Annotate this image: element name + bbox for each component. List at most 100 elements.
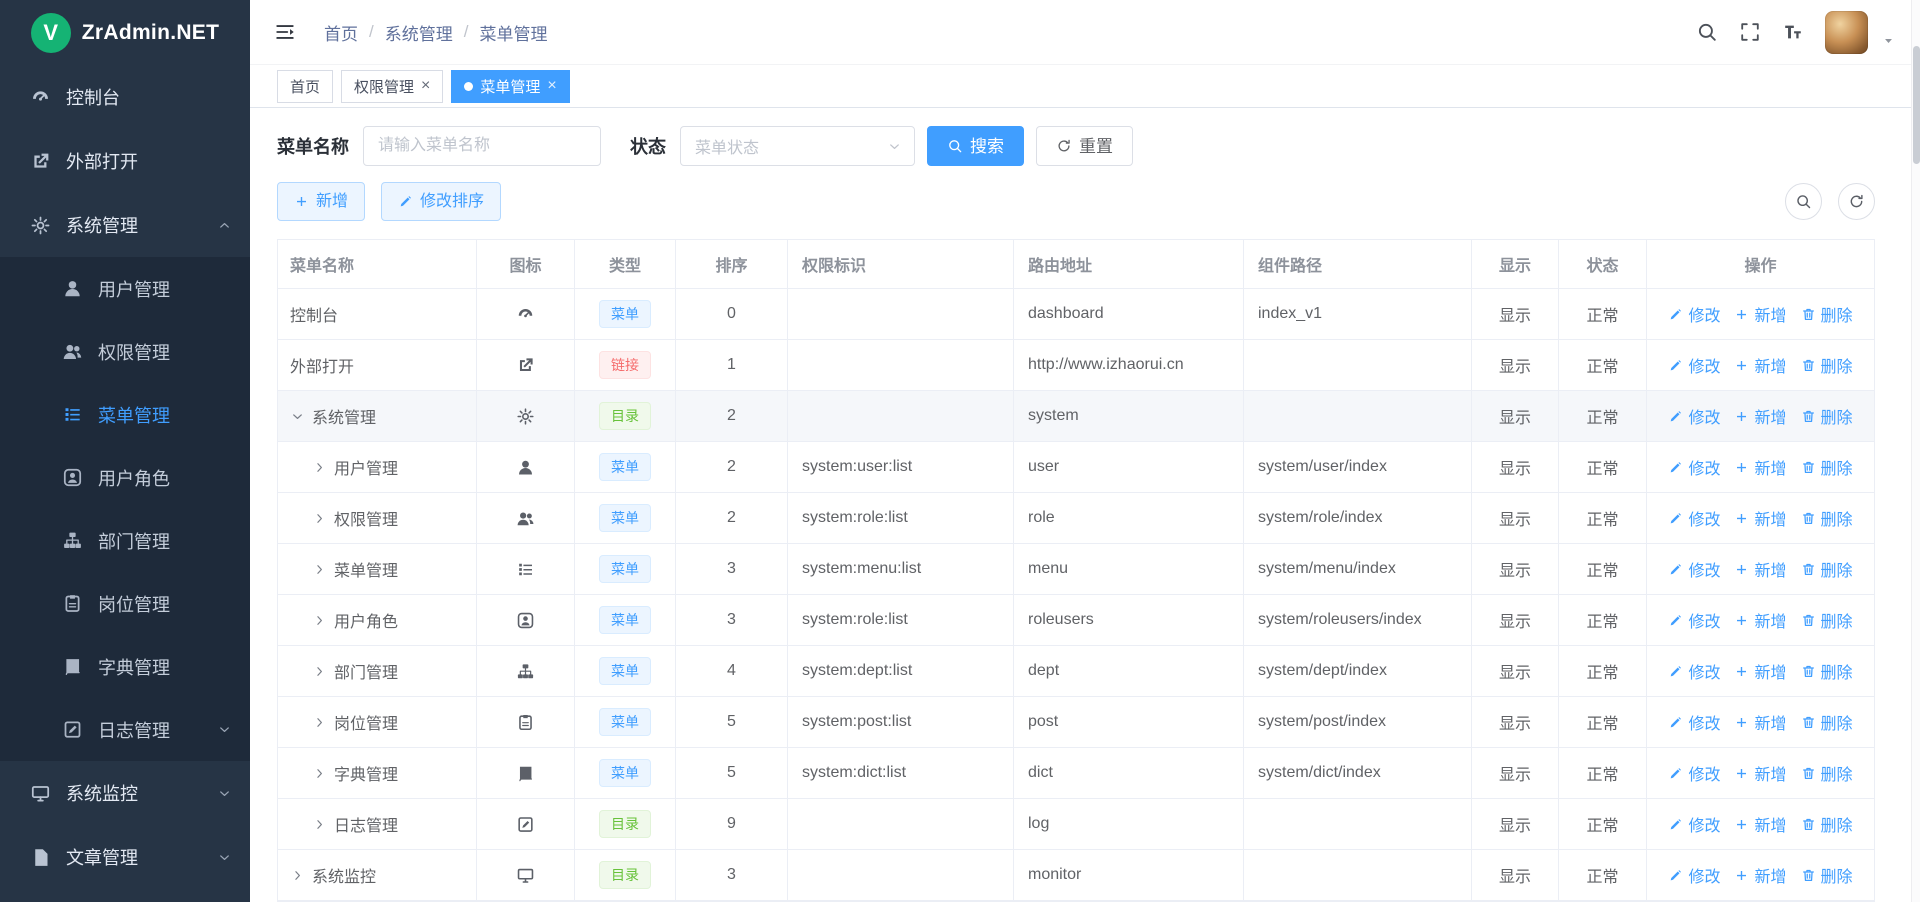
caret-right-icon[interactable] (312, 715, 327, 730)
table-row[interactable]: 控制台菜单0dashboardindex_v1显示正常修改新增删除 (278, 289, 1874, 340)
breadcrumb-item[interactable]: 系统管理 (385, 20, 453, 45)
delete-link[interactable]: 删除 (1801, 557, 1853, 581)
edit-link[interactable]: 修改 (1668, 506, 1720, 530)
sidebar-item-roleusers[interactable]: 用户角色 (0, 446, 250, 509)
table-row[interactable]: 权限管理菜单2system:role:listrolesystem/role/i… (278, 493, 1874, 544)
sidebar-item-menu[interactable]: 菜单管理 (0, 383, 250, 446)
sidebar-item-article[interactable]: 文章管理 (0, 825, 250, 889)
close-icon[interactable]: × (421, 78, 430, 94)
add-link[interactable]: 新增 (1734, 353, 1786, 377)
table-row[interactable]: 系统监控目录3monitor显示正常修改新增删除 (278, 850, 1874, 901)
edit-link[interactable]: 修改 (1668, 608, 1720, 632)
add-link[interactable]: 新增 (1734, 302, 1786, 326)
sort-button[interactable]: 修改排序 (381, 182, 501, 221)
breadcrumb-item[interactable]: 首页 (324, 20, 358, 45)
edit-link[interactable]: 修改 (1668, 353, 1720, 377)
sidebar-item-dept[interactable]: 部门管理 (0, 509, 250, 572)
table-row[interactable]: 用户角色菜单3system:role:listroleuserssystem/r… (278, 595, 1874, 646)
sidebar-item-external[interactable]: 外部打开 (0, 129, 250, 193)
edit-link[interactable]: 修改 (1668, 812, 1720, 836)
sidebar-item-system[interactable]: 系统管理 (0, 193, 250, 257)
delete-link[interactable]: 删除 (1801, 455, 1853, 479)
search-button[interactable]: 搜索 (927, 126, 1024, 166)
add-link[interactable]: 新增 (1734, 761, 1786, 785)
tab-role[interactable]: 权限管理× (341, 70, 443, 103)
search-icon (1795, 193, 1812, 210)
fullscreen-icon[interactable] (1739, 21, 1761, 43)
edit-link[interactable]: 修改 (1668, 404, 1720, 428)
table-row[interactable]: 用户管理菜单2system:user:listusersystem/user/i… (278, 442, 1874, 493)
sidebar-item-post[interactable]: 岗位管理 (0, 572, 250, 635)
caret-right-icon[interactable] (290, 868, 305, 883)
delete-link[interactable]: 删除 (1801, 353, 1853, 377)
add-link[interactable]: 新增 (1734, 455, 1786, 479)
sidebar-item-user[interactable]: 用户管理 (0, 257, 250, 320)
edit-link[interactable]: 修改 (1668, 863, 1720, 887)
sidebar-item-log[interactable]: 日志管理 (0, 698, 250, 761)
add-button[interactable]: 新增 (277, 182, 365, 221)
delete-link[interactable]: 删除 (1801, 608, 1853, 632)
delete-link[interactable]: 删除 (1801, 761, 1853, 785)
status-select[interactable]: 菜单状态 (680, 126, 915, 166)
close-icon[interactable]: × (547, 78, 556, 94)
add-link[interactable]: 新增 (1734, 404, 1786, 428)
delete-link[interactable]: 删除 (1801, 659, 1853, 683)
tab-menu[interactable]: 菜单管理× (451, 70, 569, 103)
sidebar-item-dashboard[interactable]: 控制台 (0, 65, 250, 129)
edit-link[interactable]: 修改 (1668, 455, 1720, 479)
table-row[interactable]: 字典管理菜单5system:dict:listdictsystem/dict/i… (278, 748, 1874, 799)
caret-right-icon[interactable] (312, 460, 327, 475)
add-link[interactable]: 新增 (1734, 608, 1786, 632)
table-row[interactable]: 岗位管理菜单5system:post:listpostsystem/post/i… (278, 697, 1874, 748)
delete-link[interactable]: 删除 (1801, 404, 1853, 428)
delete-link[interactable]: 删除 (1801, 863, 1853, 887)
logo[interactable]: V ZrAdmin.NET (0, 0, 250, 65)
table-row[interactable]: 部门管理菜单4system:dept:listdeptsystem/dept/i… (278, 646, 1874, 697)
sidebar-item-role[interactable]: 权限管理 (0, 320, 250, 383)
font-size-icon[interactable] (1782, 21, 1804, 43)
breadcrumb-item[interactable]: 菜单管理 (479, 20, 547, 45)
caret-right-icon[interactable] (312, 562, 327, 577)
edit-link[interactable]: 修改 (1668, 710, 1720, 734)
caret-down-icon[interactable] (1881, 33, 1896, 48)
delete-link[interactable]: 删除 (1801, 302, 1853, 326)
search-icon[interactable] (1696, 21, 1718, 43)
tab-home[interactable]: 首页 (277, 70, 333, 103)
add-link[interactable]: 新增 (1734, 506, 1786, 530)
add-link[interactable]: 新增 (1734, 710, 1786, 734)
table-refresh-button[interactable] (1838, 183, 1875, 220)
column-header: 路由地址 (1014, 240, 1244, 288)
column-header: 排序 (676, 240, 788, 288)
caret-down-icon[interactable] (290, 409, 305, 424)
table-row[interactable]: 日志管理目录9log显示正常修改新增删除 (278, 799, 1874, 850)
caret-right-icon[interactable] (312, 613, 327, 628)
cell-perm (788, 391, 1014, 441)
edit-link[interactable]: 修改 (1668, 659, 1720, 683)
add-link[interactable]: 新增 (1734, 557, 1786, 581)
delete-link[interactable]: 删除 (1801, 506, 1853, 530)
refresh-icon (1848, 193, 1865, 210)
table-row[interactable]: 外部打开链接1http://www.izhaorui.cn显示正常修改新增删除 (278, 340, 1874, 391)
table-search-button[interactable] (1785, 183, 1822, 220)
caret-right-icon[interactable] (312, 766, 327, 781)
caret-right-icon[interactable] (312, 817, 327, 832)
user-avatar[interactable] (1825, 11, 1868, 54)
delete-link[interactable]: 删除 (1801, 710, 1853, 734)
edit-link[interactable]: 修改 (1668, 761, 1720, 785)
sidebar-item-dict[interactable]: 字典管理 (0, 635, 250, 698)
delete-link[interactable]: 删除 (1801, 812, 1853, 836)
hamburger-icon[interactable] (274, 21, 296, 43)
edit-link[interactable]: 修改 (1668, 557, 1720, 581)
add-link[interactable]: 新增 (1734, 659, 1786, 683)
menu-name-input[interactable] (363, 126, 601, 166)
add-link[interactable]: 新增 (1734, 812, 1786, 836)
caret-right-icon[interactable] (312, 664, 327, 679)
edit-link[interactable]: 修改 (1668, 302, 1720, 326)
table-row[interactable]: 系统管理目录2system显示正常修改新增删除 (278, 391, 1874, 442)
add-link[interactable]: 新增 (1734, 863, 1786, 887)
reset-button[interactable]: 重置 (1036, 126, 1133, 166)
caret-right-icon[interactable] (312, 511, 327, 526)
sidebar-item-monitor[interactable]: 系统监控 (0, 761, 250, 825)
scrollbar-thumb[interactable] (1913, 46, 1920, 164)
table-row[interactable]: 菜单管理菜单3system:menu:listmenusystem/menu/i… (278, 544, 1874, 595)
